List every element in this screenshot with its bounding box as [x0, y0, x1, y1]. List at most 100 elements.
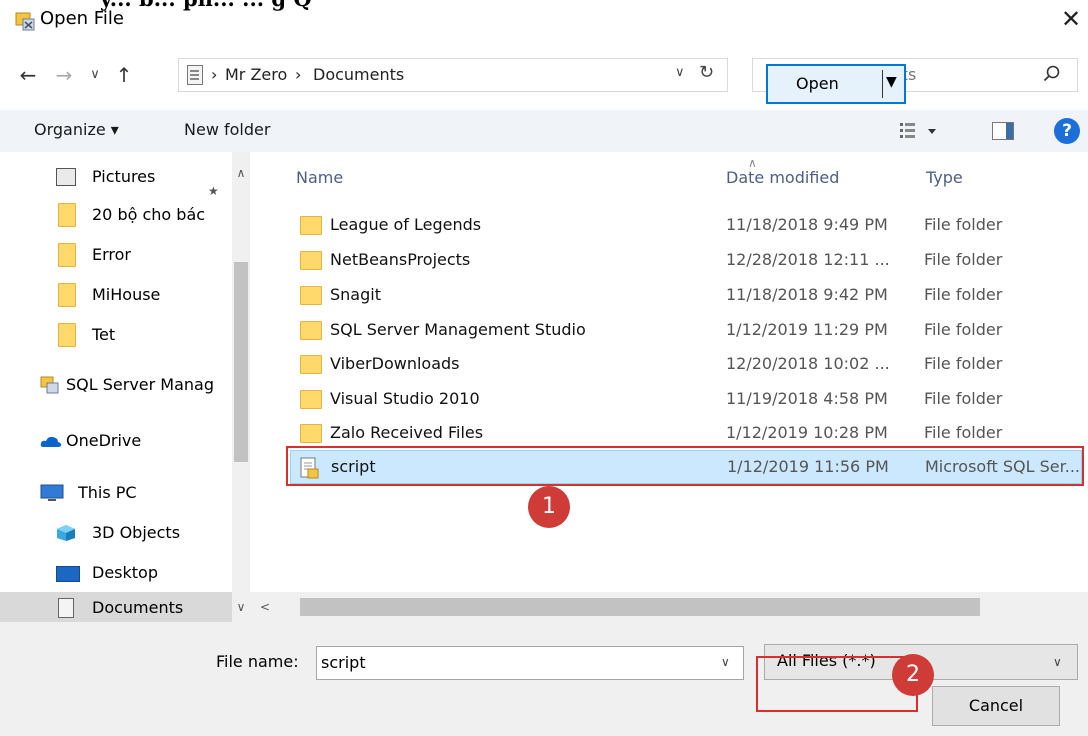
- desktop-icon: [56, 566, 80, 582]
- file-name-input[interactable]: [321, 653, 701, 672]
- navigation-pane: Pictures ★ 20 bộ cho bác Error MiHouse T…: [0, 152, 266, 622]
- breadcrumb-separator: ›: [211, 65, 218, 84]
- file-row[interactable]: Snagit 11/18/2018 9:42 PM File folder: [288, 278, 1088, 312]
- documents-icon: [58, 598, 74, 618]
- command-bar: Organize ▾ New folder ?: [0, 110, 1088, 152]
- cancel-button[interactable]: Cancel: [932, 686, 1060, 726]
- file-name: Visual Studio 2010: [330, 389, 480, 408]
- annotation-highlight-1: [286, 446, 1084, 486]
- file-name: NetBeansProjects: [330, 250, 471, 269]
- organize-button[interactable]: Organize ▾: [34, 120, 119, 139]
- file-type: File folder: [924, 389, 1003, 408]
- nav-item-onedrive[interactable]: OneDrive: [0, 422, 234, 460]
- column-header-row: ∧ Name Date modified Type: [266, 152, 1088, 206]
- file-date: 12/28/2018 12:11 ...: [726, 250, 890, 269]
- horizontal-scroll-thumb[interactable]: [300, 598, 980, 616]
- recent-locations-button[interactable]: ∨: [84, 62, 106, 88]
- nav-scroll-thumb[interactable]: [234, 262, 248, 462]
- change-view-icon[interactable]: [898, 120, 942, 142]
- open-file-dialog: Open File y... b... ph... ... g Q ✕ ← → …: [0, 0, 1088, 736]
- file-type: File folder: [924, 320, 1003, 339]
- folder-icon: [300, 216, 322, 235]
- breadcrumb-documents[interactable]: Documents: [313, 65, 404, 85]
- page-heading-fragment: y... b... ph... ... g Q: [100, 0, 312, 11]
- file-date: 1/12/2019 10:28 PM: [726, 423, 888, 442]
- file-row[interactable]: ViberDownloads 12/20/2018 10:02 ... File…: [288, 347, 1088, 381]
- pictures-icon: [56, 168, 76, 186]
- chevron-down-icon: ∨: [1053, 655, 1062, 669]
- folder-icon: [58, 203, 76, 227]
- nav-item-label: 20 bộ cho bác: [92, 205, 206, 224]
- nav-item-label: MiHouse: [92, 285, 161, 304]
- title-bar: Open File y... b... ph... ... g Q ✕: [0, 0, 1088, 40]
- folder-icon: [300, 286, 322, 305]
- folder-icon: [300, 390, 322, 409]
- nav-item-label: This PC: [78, 483, 137, 502]
- file-name-label: File name:: [216, 652, 299, 671]
- file-date: 12/20/2018 10:02 ...: [726, 354, 890, 373]
- refresh-icon[interactable]: ↻: [699, 62, 714, 83]
- nav-item-mihouse[interactable]: MiHouse: [0, 276, 234, 314]
- column-header-type[interactable]: Type: [926, 168, 963, 187]
- folder-icon: [300, 424, 322, 443]
- nav-item-documents[interactable]: Documents: [0, 592, 234, 622]
- file-name: League of Legends: [330, 215, 482, 234]
- forward-button[interactable]: →: [50, 62, 78, 88]
- nav-item-tet[interactable]: Tet: [0, 316, 234, 354]
- column-header-date-modified[interactable]: Date modified: [726, 168, 839, 187]
- column-header-name[interactable]: Name: [296, 168, 343, 187]
- file-date: 1/12/2019 11:29 PM: [726, 320, 888, 339]
- window-title: Open File: [40, 8, 124, 29]
- nav-item-3d-objects[interactable]: 3D Objects: [0, 514, 234, 552]
- folder-icon: [300, 321, 322, 340]
- open-dropdown-icon[interactable]: ▼: [886, 74, 897, 90]
- close-button[interactable]: ✕: [1058, 6, 1084, 32]
- breadcrumb-separator: ›: [295, 65, 302, 84]
- nav-item-label: OneDrive: [66, 431, 142, 450]
- nav-item-pictures[interactable]: Pictures ★: [0, 158, 234, 196]
- scroll-down-icon[interactable]: ∨: [232, 600, 250, 614]
- address-bar[interactable]: › Mr Zero › Documents ∨ ↻: [178, 58, 728, 92]
- file-name: Zalo Received Files: [330, 423, 484, 442]
- this-pc-icon: [40, 484, 64, 501]
- nav-item-error[interactable]: Error: [0, 236, 234, 274]
- file-row[interactable]: NetBeansProjects 12/28/2018 12:11 ... Fi…: [288, 243, 1088, 277]
- nav-item-label: Desktop: [92, 563, 158, 582]
- scroll-up-icon[interactable]: ∧: [232, 166, 250, 180]
- nav-item-label: 3D Objects: [92, 523, 181, 542]
- back-button[interactable]: ←: [14, 62, 42, 88]
- address-dropdown-icon[interactable]: ∨: [675, 65, 685, 80]
- open-button[interactable]: Open ▼: [766, 64, 906, 104]
- file-name: ViberDownloads: [330, 354, 460, 373]
- preview-pane-icon[interactable]: [992, 122, 1014, 140]
- new-folder-button[interactable]: New folder: [184, 120, 270, 139]
- file-row[interactable]: Zalo Received Files 1/12/2019 10:28 PM F…: [288, 416, 1088, 450]
- arrow-left-icon: ←: [19, 63, 37, 87]
- file-row[interactable]: SQL Server Management Studio 1/12/2019 1…: [288, 313, 1088, 347]
- file-row[interactable]: League of Legends 11/18/2018 9:49 PM Fil…: [288, 208, 1088, 242]
- scroll-left-icon[interactable]: <: [256, 600, 274, 614]
- breadcrumb-mr-zero[interactable]: Mr Zero: [225, 65, 287, 85]
- nav-item-this-pc[interactable]: This PC: [0, 474, 234, 512]
- nav-item-label: SQL Server Manag: [66, 375, 215, 394]
- pin-icon[interactable]: ★: [208, 172, 219, 196]
- nav-item-desktop[interactable]: Desktop: [0, 554, 234, 592]
- annotation-badge-2: 2: [892, 654, 934, 696]
- chevron-down-icon[interactable]: ∨: [721, 655, 730, 669]
- close-icon: ✕: [1060, 5, 1082, 33]
- file-name-combobox[interactable]: ∨: [316, 646, 744, 680]
- open-split-divider: [882, 70, 883, 98]
- file-type: File folder: [924, 423, 1003, 442]
- search-icon[interactable]: [1043, 65, 1061, 83]
- folder-icon: [58, 323, 76, 347]
- nav-item-label: Documents: [92, 598, 184, 617]
- nav-item-20-bo-cho-bac[interactable]: 20 bộ cho bác: [0, 196, 234, 234]
- up-button[interactable]: ↑: [112, 62, 136, 88]
- file-type: File folder: [924, 250, 1003, 269]
- file-row[interactable]: Visual Studio 2010 11/19/2018 4:58 PM Fi…: [288, 382, 1088, 416]
- file-type: File folder: [924, 215, 1003, 234]
- app-icon: [15, 12, 35, 31]
- folder-icon: [58, 283, 76, 307]
- nav-item-sql-server[interactable]: SQL Server Manag: [0, 366, 234, 404]
- help-icon[interactable]: ?: [1054, 118, 1080, 144]
